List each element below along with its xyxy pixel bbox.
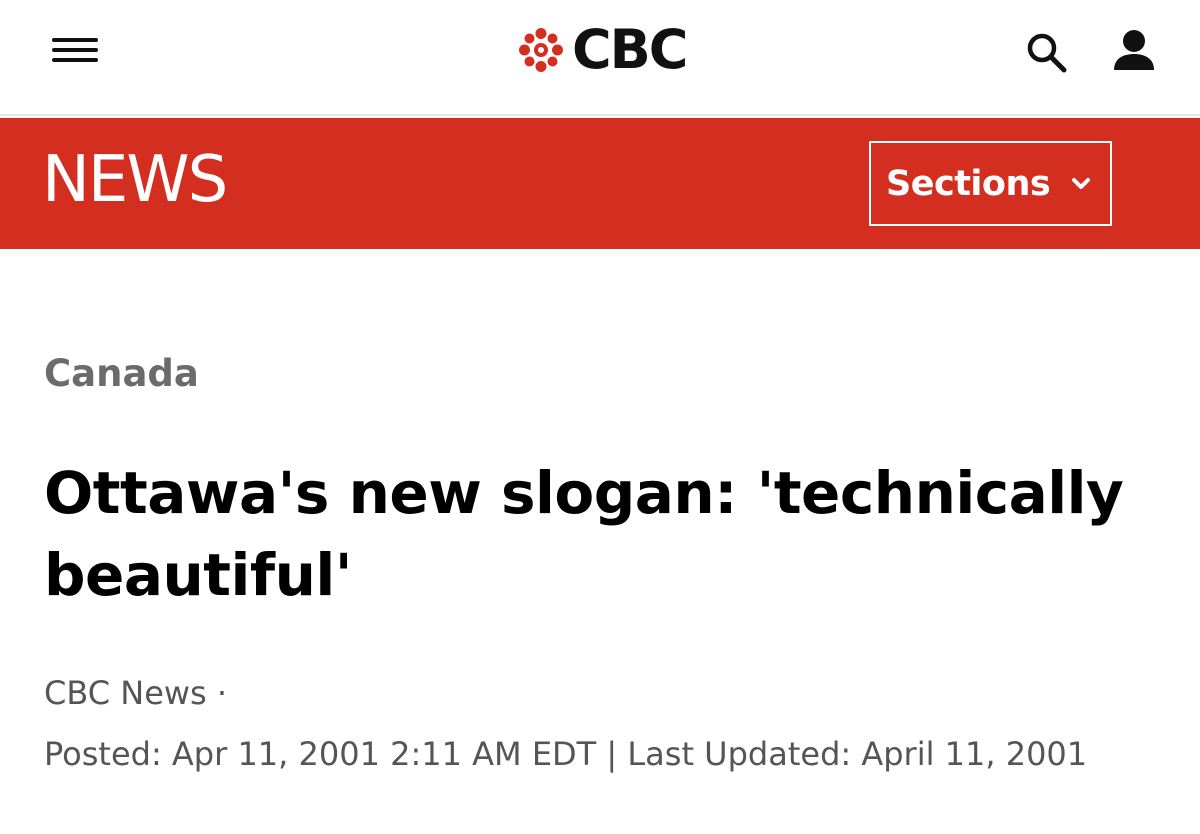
sections-dropdown-button[interactable]: Sections [869,141,1112,226]
top-navigation-bar: CBC [0,0,1200,116]
article-headline: Ottawa's new slogan: 'technically beauti… [44,459,1124,609]
cbc-gem-icon [519,28,563,72]
chevron-down-icon [1072,177,1091,189]
sections-label: Sections [886,163,1051,204]
article-byline: CBC News · [44,674,228,712]
news-heading[interactable]: NEWS [42,148,228,212]
logo-wordmark: CBC [572,18,688,81]
cbc-logo[interactable]: CBC [516,18,688,81]
search-icon[interactable] [1022,28,1070,76]
article-category-link[interactable]: Canada [44,352,199,395]
article-timestamp: Posted: Apr 11, 2001 2:11 AM EDT | Last … [44,735,1088,773]
hamburger-menu-icon[interactable] [52,33,98,65]
user-icon[interactable] [1110,26,1158,74]
